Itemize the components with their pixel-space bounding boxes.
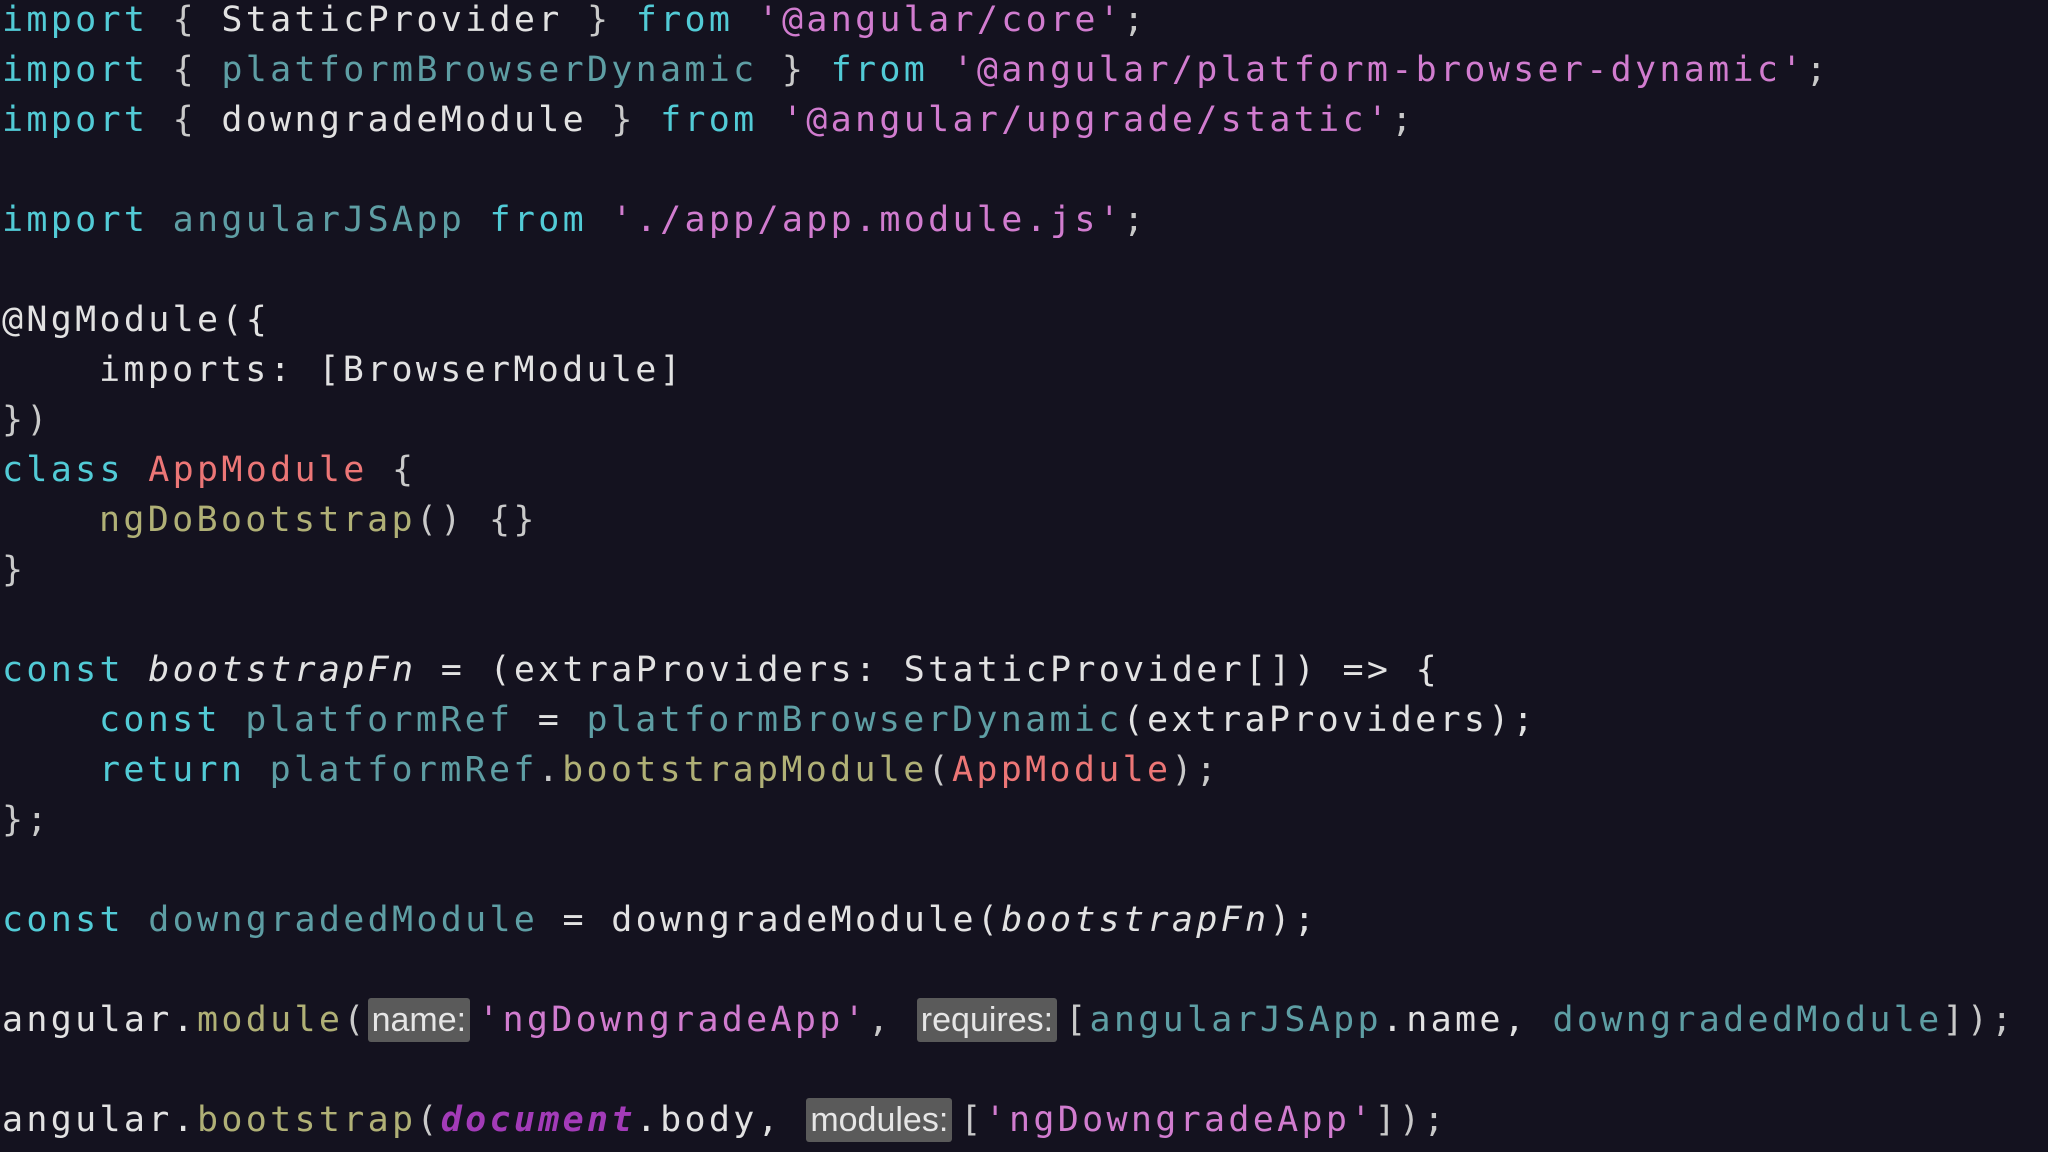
method-name: bootstrapModule: [562, 750, 928, 790]
module-path-string: '@angular/core': [757, 0, 1124, 40]
variable-name: downgradedModule: [148, 900, 539, 940]
inlay-hint-modules: modules:: [806, 1098, 953, 1142]
from-keyword: from: [635, 0, 734, 40]
dependency-name: angularJSApp: [1089, 1000, 1382, 1040]
const-keyword: const: [2, 650, 124, 690]
imported-symbol: StaticProvider: [221, 0, 563, 40]
const-keyword: const: [2, 900, 124, 940]
from-keyword: from: [830, 50, 929, 90]
module-path-string: '@angular/upgrade/static': [781, 100, 1392, 140]
code-line-12: }: [2, 550, 27, 590]
code-line-9: }): [2, 400, 51, 440]
function-call: platformBrowserDynamic: [586, 700, 1123, 740]
code-line-10: class AppModule {: [2, 450, 417, 490]
code-line-17: };: [2, 800, 51, 840]
from-keyword: from: [489, 200, 587, 240]
module-path-string: '@angular/platform-browser-dynamic': [952, 50, 1806, 90]
variable-name: bootstrapFn: [148, 650, 417, 690]
code-line-7: @NgModule({: [2, 295, 270, 345]
object-name: angular.: [2, 1100, 197, 1140]
class-name: AppModule: [952, 750, 1172, 790]
import-keyword: import: [2, 50, 149, 90]
document-global: document: [440, 1100, 636, 1140]
imported-symbol: angularJSApp: [172, 200, 466, 240]
code-line-1: import { StaticProvider } from '@angular…: [2, 0, 1148, 40]
code-line-5: import angularJSApp from './app/app.modu…: [2, 200, 1148, 240]
imported-symbol: platformBrowserDynamic: [221, 50, 758, 90]
return-keyword: return: [99, 750, 246, 790]
decorator: @NgModule({: [2, 300, 271, 340]
code-line-19: const downgradedModule = downgradeModule…: [2, 900, 1319, 940]
import-keyword: import: [2, 0, 149, 40]
property-value: [BrowserModule]: [318, 350, 684, 390]
inlay-hint-name: name:: [367, 998, 471, 1042]
code-line-3: import { downgradeModule } from '@angula…: [2, 100, 1416, 140]
import-keyword: import: [2, 200, 149, 240]
class-name: AppModule: [148, 450, 368, 490]
from-keyword: from: [660, 100, 758, 140]
const-keyword: const: [99, 700, 221, 740]
import-keyword: import: [2, 100, 149, 140]
code-line-2: import { platformBrowserDynamic } from '…: [2, 50, 1830, 90]
code-editor[interactable]: import { StaticProvider } from '@angular…: [0, 0, 2048, 1152]
object-name: angular.: [2, 1000, 197, 1040]
module-path-string: './app/app.module.js': [611, 200, 1124, 240]
code-line-14: const bootstrapFn = (extraProviders: Sta…: [2, 650, 1440, 690]
string-literal: 'ngDowngradeApp': [478, 1000, 869, 1040]
argument: bootstrapFn: [1001, 900, 1270, 940]
code-line-21: angular.module(name:'ngDowngradeApp', re…: [2, 998, 2016, 1042]
inlay-hint-requires: requires:: [916, 998, 1058, 1042]
imported-symbol: downgradeModule: [221, 100, 587, 140]
dependency-name: downgradedModule: [1552, 1000, 1943, 1040]
string-literal: 'ngDowngradeApp': [984, 1100, 1375, 1140]
class-keyword: class: [2, 450, 124, 490]
property-key: imports:: [99, 350, 294, 390]
variable-name: platformRef: [245, 700, 514, 740]
method-name: module: [196, 1000, 344, 1040]
method-name: ngDoBootstrap: [99, 500, 416, 540]
code-line-15: const platformRef = platformBrowserDynam…: [99, 700, 1537, 740]
code-line-16: return platformRef.bootstrapModule(AppMo…: [99, 750, 1221, 790]
method-name: bootstrap: [196, 1100, 417, 1140]
code-line-8: imports: [BrowserModule]: [99, 345, 684, 395]
object-name: platformRef: [269, 750, 538, 790]
code-line-23: angular.bootstrap(document.body, modules…: [2, 1098, 1448, 1142]
code-line-11: ngDoBootstrap() {}: [99, 500, 538, 540]
